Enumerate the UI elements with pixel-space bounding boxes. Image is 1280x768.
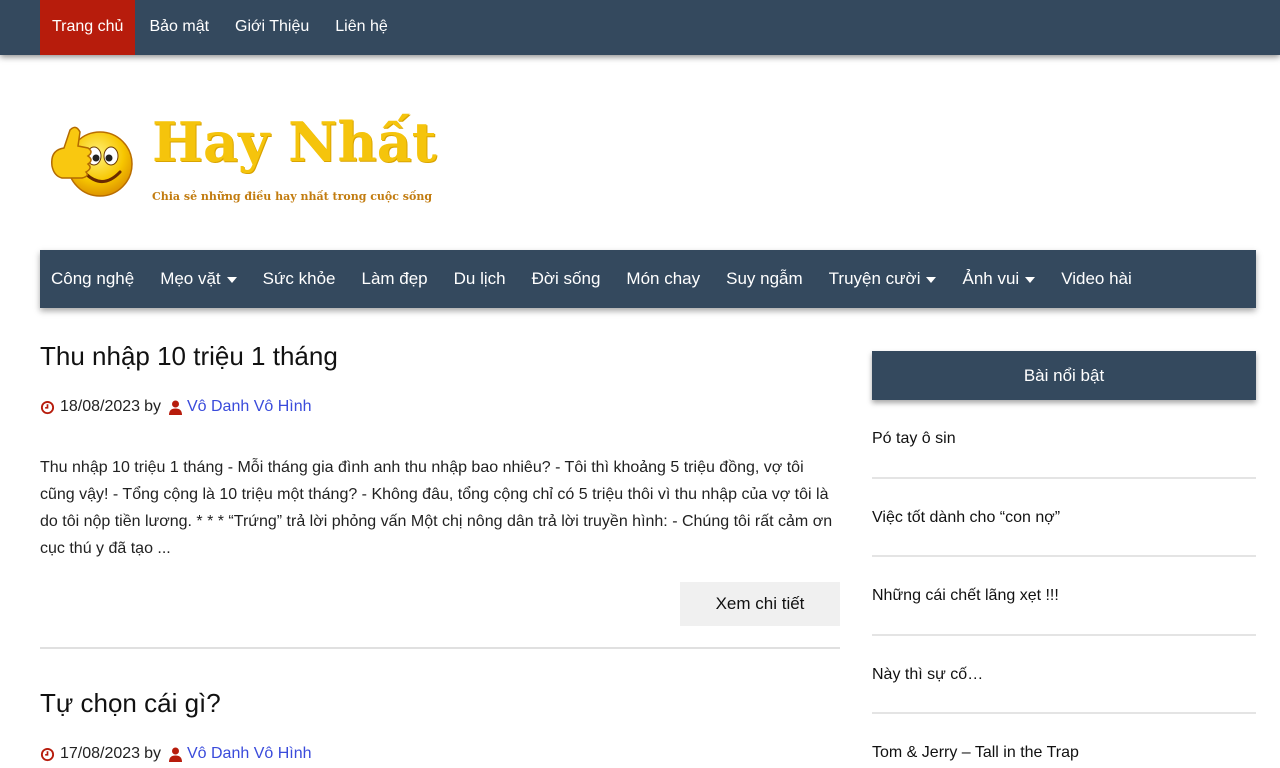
nav-item-label: Video hài: [1061, 269, 1132, 288]
nav-item-label: Truyện cười: [828, 269, 921, 288]
post-meta: 18/08/2023 by Vô Danh Vô Hình: [40, 398, 840, 416]
sidebar-widget-title: Bài nổi bật: [872, 351, 1256, 400]
post: Thu nhập 10 triệu 1 tháng 18/08/2023 by …: [40, 340, 840, 647]
top-nav-home[interactable]: Trang chủ: [40, 0, 136, 55]
post-by: by: [144, 745, 161, 762]
user-icon: [168, 747, 182, 762]
nav-item-label: Suy ngẫm: [726, 269, 803, 288]
featured-link[interactable]: Việc tốt dành cho “con nợ”: [872, 509, 1060, 527]
nav-item-label: Làm đẹp: [361, 269, 428, 288]
nav-item-label: Ảnh vui: [962, 269, 1020, 288]
featured-item: Những cái chết lãng xẹt !!!: [872, 557, 1256, 636]
post-title[interactable]: Thu nhập 10 triệu 1 tháng: [40, 340, 840, 372]
nav-item-technology[interactable]: Công nghệ: [40, 250, 145, 308]
top-nav-privacy[interactable]: Bảo mật: [137, 0, 221, 55]
nav-item-beauty[interactable]: Làm đẹp: [350, 250, 438, 308]
featured-link[interactable]: Pó tay ô sin: [872, 430, 956, 448]
featured-item: Tom & Jerry – Tall in the Trap: [872, 714, 1256, 768]
nav-item-life[interactable]: Đời sống: [521, 250, 612, 308]
featured-item: Pó tay ô sin: [872, 400, 1256, 479]
post-list: Thu nhập 10 triệu 1 tháng 18/08/2023 by …: [40, 340, 840, 763]
featured-link[interactable]: Này thì sự cố…: [872, 666, 983, 684]
nav-item-label: Mẹo vặt: [160, 269, 221, 288]
logo-tagline: Chia sẻ những điều hay nhất trong cuộc s…: [152, 190, 433, 203]
nav-item-label: Du lịch: [453, 269, 506, 288]
post-meta: 17/08/2023 by Vô Danh Vô Hình: [40, 745, 840, 763]
clock-icon: [40, 747, 55, 761]
clock-icon: [40, 400, 55, 414]
nav-item-tips[interactable]: Mẹo vặt: [149, 250, 247, 308]
main-nav: Công nghệ Mẹo vặt Sức khỏe Làm đẹp Du lị…: [40, 250, 1256, 308]
nav-item-label: Công nghệ: [51, 269, 135, 288]
post-date: 18/08/2023: [60, 398, 141, 415]
featured-list: Pó tay ô sin Việc tốt dành cho “con nợ” …: [872, 400, 1256, 768]
nav-item-health[interactable]: Sức khỏe: [252, 250, 347, 308]
thumbs-up-smiley-icon: [51, 126, 133, 197]
top-nav-contact[interactable]: Liên hệ: [323, 0, 400, 55]
top-nav: Trang chủ Bảo mật Giới Thiệu Liên hệ: [40, 0, 402, 55]
caret-down-icon: [226, 276, 237, 283]
post: Tự chọn cái gì? 17/08/2023 by Vô Danh Vô…: [40, 649, 840, 763]
post-by: by: [144, 398, 161, 415]
featured-item: Này thì sự cố…: [872, 636, 1256, 714]
featured-link[interactable]: Tom & Jerry – Tall in the Trap: [872, 744, 1079, 762]
nav-item-vegetarian[interactable]: Món chay: [615, 250, 711, 308]
sidebar: Bài nổi bật Pó tay ô sin Việc tốt dành c…: [872, 351, 1256, 768]
featured-link[interactable]: Những cái chết lãng xẹt !!!: [872, 587, 1059, 605]
post-author-link[interactable]: Vô Danh Vô Hình: [187, 745, 312, 763]
nav-item-funny-photos[interactable]: Ảnh vui: [951, 250, 1046, 308]
user-icon: [168, 400, 182, 415]
logo-title: Hay Nhất: [152, 110, 437, 174]
caret-down-icon: [1025, 276, 1036, 283]
post-author-link[interactable]: Vô Danh Vô Hình: [187, 398, 312, 416]
top-nav-about[interactable]: Giới Thiệu: [223, 0, 321, 55]
nav-item-label: Đời sống: [531, 269, 601, 288]
featured-item: Việc tốt dành cho “con nợ”: [872, 479, 1256, 557]
read-more-button[interactable]: Xem chi tiết: [680, 582, 840, 626]
post-title[interactable]: Tự chọn cái gì?: [40, 687, 840, 719]
post-excerpt: Thu nhập 10 triệu 1 tháng - Mỗi tháng gi…: [40, 459, 833, 557]
top-bar: Trang chủ Bảo mật Giới Thiệu Liên hệ: [0, 0, 1280, 55]
post-date: 17/08/2023: [60, 745, 141, 762]
nav-item-funny-videos[interactable]: Video hài: [1050, 250, 1143, 308]
caret-down-icon: [926, 276, 937, 283]
nav-item-label: Món chay: [626, 269, 701, 288]
nav-item-jokes[interactable]: Truyện cười: [818, 250, 948, 308]
nav-item-label: Sức khỏe: [262, 269, 336, 288]
nav-item-reflection[interactable]: Suy ngẫm: [715, 250, 814, 308]
site-logo[interactable]: Hay Nhất Chia sẻ những điều hay nhất tro…: [46, 108, 446, 218]
nav-item-travel[interactable]: Du lịch: [443, 250, 517, 308]
